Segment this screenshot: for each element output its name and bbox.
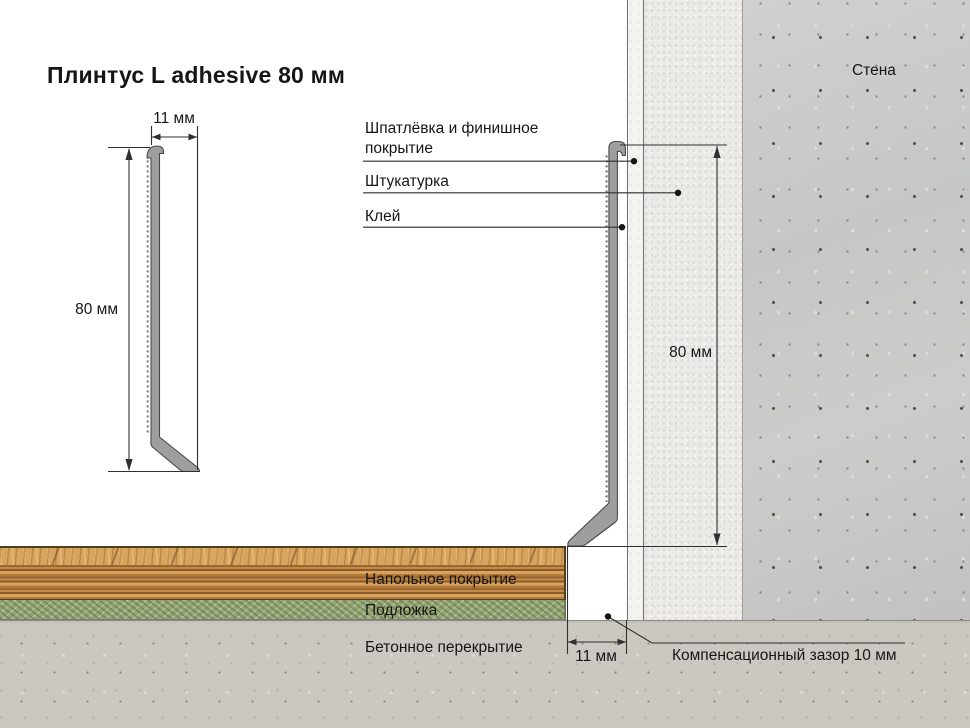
wall-layer-boundaries: [0, 0, 970, 621]
callout-glue: Клей: [365, 207, 400, 227]
profile-height-dimension: 80 мм: [56, 301, 118, 319]
expansion-gap-label: Компенсационный зазор 10 мм: [672, 646, 897, 666]
profile-shape: [147, 146, 200, 472]
wall-label: Стена: [852, 61, 896, 81]
installed-profile-shape: [568, 142, 626, 547]
underlay-label: Подложка: [365, 601, 437, 621]
diagram-title: Плинтус L adhesive 80 мм: [47, 62, 345, 89]
installed-profile: [568, 142, 626, 547]
installed-profile-serrated-edge: [605, 155, 610, 502]
callout-plaster: Штукатурка: [365, 172, 449, 192]
section-dimension-lines: [568, 145, 728, 654]
section-height-dimension: 80 мм: [650, 344, 712, 362]
profile-dimension-arrowheads: [125, 134, 197, 471]
diagram-canvas: Плинтус L adhesive 80 мм 11 мм 80 мм Шпа…: [0, 0, 970, 728]
section-dimension-arrowheads: [568, 146, 721, 645]
floor-covering-label: Напольное покрытие: [365, 570, 517, 590]
section-bottom-width-dimension: 11 мм: [566, 648, 626, 666]
profile-width-dimension: 11 мм: [144, 110, 204, 128]
profile-serrated-edge: [147, 157, 152, 435]
callout-putty-finish: Шпатлёвка и финишное покрытие: [365, 119, 543, 159]
slab-label: Бетонное перекрытие: [365, 638, 523, 658]
profile-cross-section: [147, 146, 200, 472]
